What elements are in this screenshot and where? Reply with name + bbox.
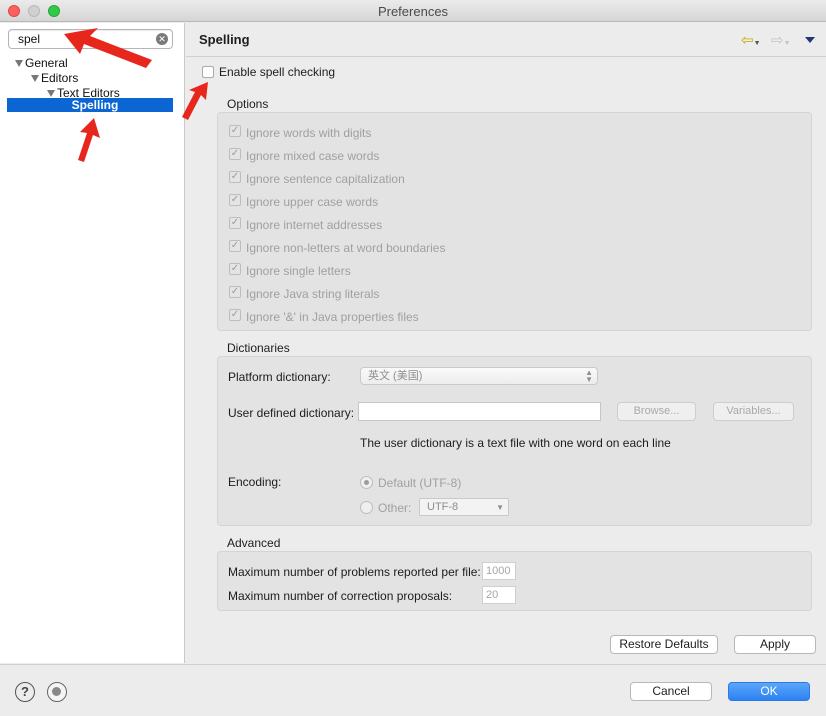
option-checkbox[interactable]: ✓: [229, 263, 241, 275]
max-problems-input[interactable]: 1000: [482, 562, 516, 580]
option-label: Ignore upper case words: [246, 195, 379, 209]
other-encoding-radio[interactable]: [360, 501, 373, 514]
max-proposals-label: Maximum number of correction proposals:: [228, 589, 453, 603]
option-checkbox[interactable]: ✓: [229, 217, 241, 229]
user-dictionary-input[interactable]: [358, 402, 601, 421]
help-icon[interactable]: ?: [15, 682, 35, 702]
default-encoding-radio[interactable]: [360, 476, 373, 489]
cancel-button[interactable]: Cancel: [630, 682, 712, 701]
window-title: Preferences: [377, 4, 449, 19]
options-group-title: Options: [227, 97, 269, 111]
default-encoding-label: Default (UTF-8): [378, 476, 462, 490]
enable-spell-checking-checkbox[interactable]: [202, 66, 214, 78]
browse-button[interactable]: Browse...: [617, 402, 696, 421]
platform-dictionary-label: Platform dictionary:: [228, 370, 331, 384]
updown-chevron-icon: ▲ ▼: [585, 368, 593, 384]
radio-selected-dot: [364, 480, 369, 485]
encoding-label: Encoding:: [228, 475, 282, 489]
filter-input-value: spel: [18, 32, 41, 46]
preferences-icon[interactable]: [47, 682, 67, 702]
preference-page: Spelling ⇦▼ ⇨▼ Enable spell checking Opt…: [186, 23, 826, 663]
enable-spell-checking-label: Enable spell checking: [219, 65, 336, 79]
ok-button[interactable]: OK: [728, 682, 810, 701]
option-label: Ignore sentence capitalization: [246, 172, 405, 186]
other-encoding-value: UTF-8: [427, 501, 459, 513]
max-problems-label: Maximum number of problems reported per …: [228, 565, 481, 579]
option-label: Ignore internet addresses: [246, 218, 383, 232]
option-label: Ignore words with digits: [246, 126, 372, 140]
option-checkbox[interactable]: ✓: [229, 309, 241, 321]
annotation-arrow-search: [64, 28, 152, 68]
header-divider: [186, 56, 826, 57]
other-encoding-select[interactable]: UTF-8 ▼: [419, 498, 509, 516]
forward-arrow-icon[interactable]: ⇨▼: [771, 31, 791, 49]
view-menu-icon[interactable]: [805, 37, 815, 43]
annotation-arrow-enable: [182, 82, 208, 120]
back-arrow-icon[interactable]: ⇦▼: [741, 31, 761, 49]
apply-button[interactable]: Apply: [734, 635, 816, 654]
max-proposals-input[interactable]: 20: [482, 586, 516, 604]
option-checkbox[interactable]: ✓: [229, 286, 241, 298]
advanced-group-title: Advanced: [227, 536, 281, 550]
expanded-triangle-icon[interactable]: [31, 75, 39, 82]
expanded-triangle-icon[interactable]: [15, 60, 23, 67]
option-checkbox[interactable]: ✓: [229, 171, 241, 183]
option-checkbox[interactable]: ✓: [229, 148, 241, 160]
expanded-triangle-icon[interactable]: [47, 90, 55, 97]
user-dictionary-label: User defined dictionary:: [228, 406, 355, 420]
tree-item-spelling-label: Spelling: [71, 98, 119, 112]
annotation-arrow-spelling: [78, 118, 100, 162]
title-bar: Preferences: [0, 0, 826, 22]
page-title: Spelling: [199, 32, 250, 47]
option-label: Ignore mixed case words: [246, 149, 380, 163]
option-checkbox[interactable]: ✓: [229, 194, 241, 206]
other-encoding-label: Other:: [378, 501, 412, 515]
option-label: Ignore non-letters at word boundaries: [246, 241, 446, 255]
option-checkbox[interactable]: ✓: [229, 125, 241, 137]
clear-search-icon[interactable]: ✕: [156, 33, 168, 45]
user-dictionary-hint: The user dictionary is a text file with …: [360, 436, 671, 450]
option-label: Ignore single letters: [246, 264, 351, 278]
option-label: Ignore Java string literals: [246, 287, 380, 301]
dictionaries-group-title: Dictionaries: [227, 341, 290, 355]
variables-button[interactable]: Variables...: [713, 402, 794, 421]
restore-defaults-button[interactable]: Restore Defaults: [610, 635, 718, 654]
platform-dictionary-select[interactable]: 英文 (美国) ▲ ▼: [360, 367, 598, 385]
chevron-down-icon: ▼: [496, 503, 504, 512]
dialog-button-bar: ? Cancel OK: [0, 664, 826, 716]
option-label: Ignore '&' in Java properties files: [246, 310, 419, 324]
platform-dictionary-value: 英文 (美国): [368, 370, 423, 382]
option-checkbox[interactable]: ✓: [229, 240, 241, 252]
